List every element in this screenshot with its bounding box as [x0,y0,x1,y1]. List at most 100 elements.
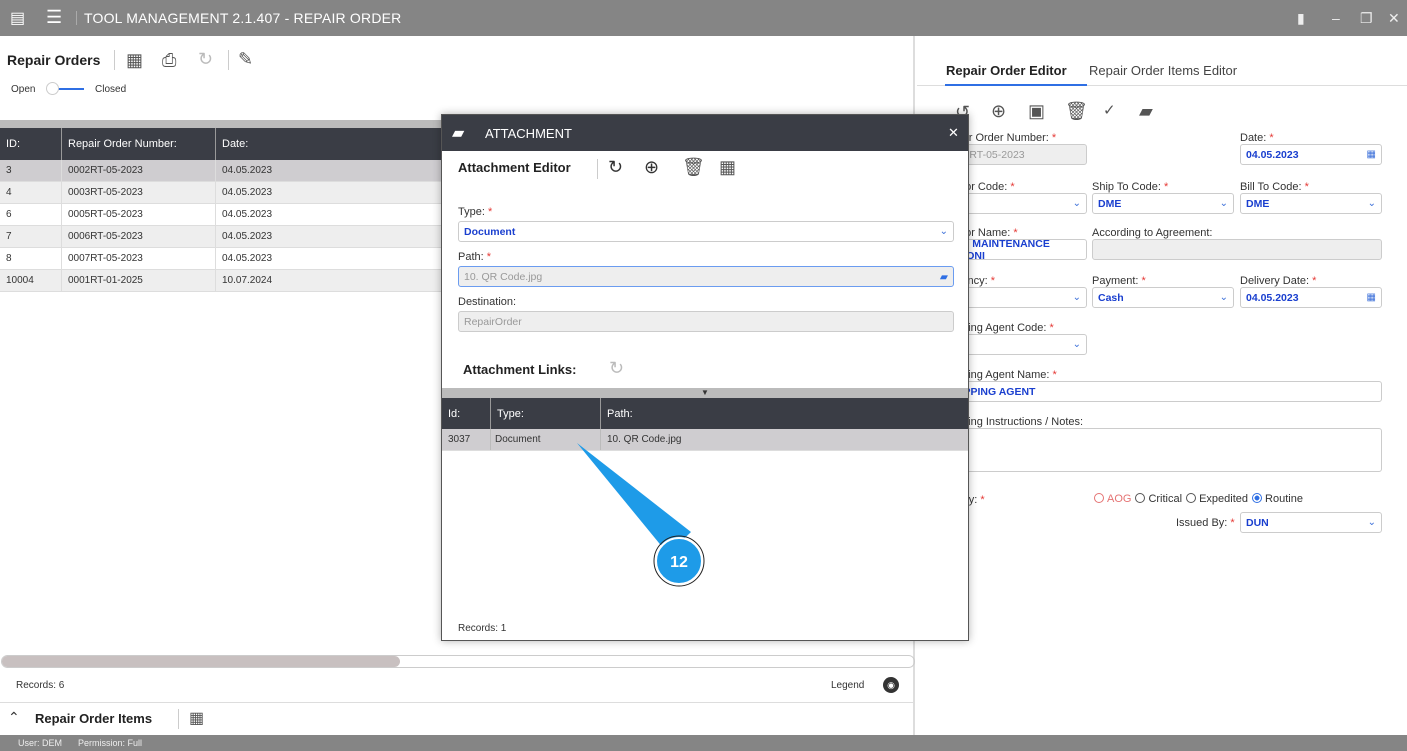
save-icon[interactable]: ▣ [1028,101,1045,122]
excel-export-icon[interactable]: ▦ [719,157,736,178]
tab-repair-order-items-editor[interactable]: Repair Order Items Editor [1089,63,1237,78]
table-row[interactable]: 4 0003RT-05-2023 04.05.2023 [0,182,460,204]
priority-radio-group: AOG Critical Expedited Routine [1094,493,1307,505]
group-bar[interactable]: ▼ [442,388,968,398]
cell-date: 04.05.2023 [216,204,460,225]
chevron-up-icon[interactable]: ⌃ [8,709,20,726]
folder-browse-icon[interactable]: ▰ [940,271,948,283]
minimize-icon[interactable]: – [1332,10,1340,26]
bill-to-input[interactable]: DME ⌄ [1240,193,1382,214]
notes-input[interactable] [940,428,1382,472]
ship-to-input[interactable]: DME ⌄ [1092,193,1234,214]
cell-date: 10.07.2024 [216,270,460,291]
excel-export-icon[interactable]: ▦ [189,708,204,728]
cell-date: 04.05.2023 [216,160,460,181]
table-row[interactable]: 7 0006RT-05-2023 04.05.2023 [0,226,460,248]
excel-export-icon[interactable]: ▦ [126,50,143,71]
edit-clipboard-icon[interactable]: ✎ [238,49,253,70]
table-row[interactable]: 10004 0001RT-01-2025 10.07.2024 [0,270,460,292]
status-bar: User: DEM Permission: Full [0,735,1407,751]
path-input[interactable]: 10. QR Code.jpg ▰ [458,266,954,287]
column-header-type[interactable]: Type: [491,398,601,429]
calendar-icon[interactable]: ▦ [1367,292,1376,303]
user-label: User: DEM [18,738,63,748]
refresh-icon[interactable]: ↻ [609,358,624,379]
priority-option-aog[interactable]: AOG [1094,493,1131,505]
column-header-path[interactable]: Path: [601,398,901,429]
priority-option-expedited[interactable]: Expedited [1186,493,1248,505]
print-icon[interactable]: ⎙ [162,50,176,71]
eye-icon[interactable]: ◉ [883,677,899,693]
divider [597,159,598,179]
date-input[interactable]: 04.05.2023 ▦ [1240,144,1382,165]
cell-id: 3 [0,160,62,181]
payment-label: Payment: * [1092,275,1146,287]
payment-input[interactable]: Cash ⌄ [1092,287,1234,308]
repair-order-editor-panel: Repair Order Editor Repair Order Items E… [917,36,1407,735]
records-count: Records: 6 [16,680,65,691]
refresh-icon[interactable]: ↻ [198,49,213,70]
cell-number: 0007RT-05-2023 [62,248,216,269]
column-header-id[interactable]: Id: [442,398,491,429]
dialog-header: ▰ ATTACHMENT ✕ [442,115,968,151]
priority-option-routine[interactable]: Routine [1252,493,1303,505]
date-label: Date: * [1240,132,1274,144]
agreement-label: According to Agreement: [1092,227,1213,239]
add-icon[interactable]: ⊕ [991,101,1006,122]
title-bar: ▤ ☰ TOOL MANAGEMENT 2.1.407 - REPAIR ORD… [0,0,1407,36]
menu-icon[interactable]: ☰ [46,7,62,28]
close-icon[interactable]: ✕ [948,125,959,141]
open-closed-toggle[interactable] [46,82,84,96]
delivery-label: Delivery Date: * [1240,275,1317,287]
column-header-id[interactable]: ID: [0,128,62,160]
type-label: Type: * [458,206,493,218]
add-icon[interactable]: ⊕ [644,157,659,178]
document-icon: ▤ [10,10,26,27]
cell-number: 0003RT-05-2023 [62,182,216,203]
chevron-down-icon: ⌄ [1072,339,1081,350]
table-row[interactable]: 8 0007RT-05-2023 04.05.2023 [0,248,460,270]
permission-label: Permission: Full [78,738,143,748]
restore-icon[interactable]: ❐ [1360,10,1373,27]
repair-order-items-title: Repair Order Items [35,711,153,726]
cell-id: 10004 [0,270,62,291]
close-icon[interactable]: ✕ [1388,10,1400,27]
type-select[interactable]: Document ⌄ [458,221,954,242]
horizontal-scrollbar[interactable] [1,655,915,668]
chevron-down-icon: ⌄ [939,226,948,237]
divider [114,50,115,70]
agreement-input[interactable] [1092,239,1382,260]
delivery-input[interactable]: 04.05.2023 ▦ [1240,287,1382,308]
delete-icon[interactable]: 🗑 [682,157,705,178]
callout-marker: 12 [577,443,705,587]
undo-icon[interactable]: ↻ [608,157,623,178]
chevron-down-icon: ⌄ [1219,198,1228,209]
chevron-down-icon: ⌄ [1219,292,1228,303]
delete-icon[interactable]: 🗑 [1065,101,1088,122]
divider [0,702,915,703]
tab-repair-order-editor[interactable]: Repair Order Editor [946,63,1067,78]
attachment-folder-icon[interactable]: ▰ [1139,101,1153,122]
chevron-down-icon: ⌄ [1367,198,1376,209]
table-row[interactable]: 3 0002RT-05-2023 04.05.2023 [0,160,460,182]
priority-option-critical[interactable]: Critical [1135,493,1182,505]
table-row[interactable]: 6 0005RT-05-2023 04.05.2023 [0,204,460,226]
cell-date: 04.05.2023 [216,248,460,269]
divider [76,11,77,25]
path-label: Path: * [458,251,492,263]
feedback-icon[interactable]: ▮ [1297,10,1305,27]
calendar-icon[interactable]: ▦ [1367,149,1376,160]
caret-down-icon: ▼ [701,388,709,397]
column-header-number[interactable]: Repair Order Number: [62,128,216,160]
issued-by-select[interactable]: DUN ⌄ [1240,512,1382,533]
dialog-title: ATTACHMENT [485,126,572,141]
agent-name-input[interactable]: SHIPPING AGENT [940,381,1382,402]
issued-by-label: Issued By: * [1176,517,1235,529]
scrollbar-thumb[interactable] [2,656,400,667]
cell-number: 0001RT-01-2025 [62,270,216,291]
cell-number: 0006RT-05-2023 [62,226,216,247]
links-grid-header: Id: Type: Path: [442,398,968,429]
destination-input: RepairOrder [458,311,954,332]
check-icon[interactable]: ✓ [1103,101,1116,119]
cell-date: 04.05.2023 [216,226,460,247]
